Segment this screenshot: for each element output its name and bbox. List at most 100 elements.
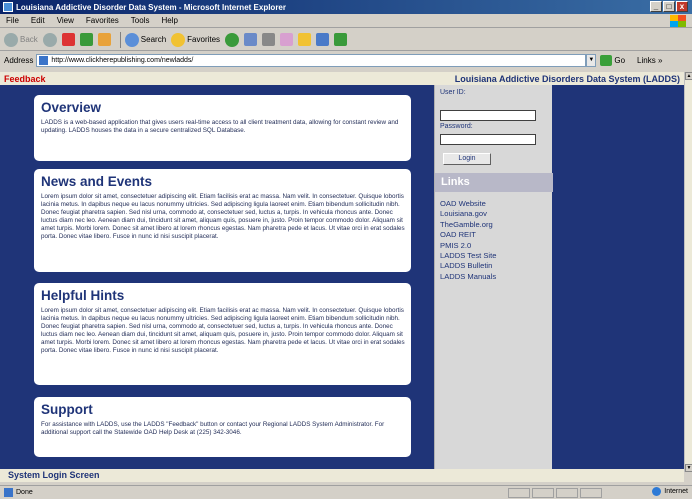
forward-arrow-icon xyxy=(42,32,57,47)
favorites-button[interactable]: Favorites xyxy=(171,32,221,47)
star-icon xyxy=(171,32,186,47)
stop-button[interactable] xyxy=(61,33,75,46)
title-bar: Louisiana Addictive Disorder Data System… xyxy=(0,0,692,14)
folder-button[interactable] xyxy=(298,33,312,46)
toolbar: Back Search Favorites xyxy=(0,29,692,51)
card-title: Helpful Hints xyxy=(41,288,125,303)
messenger-icon xyxy=(334,33,348,46)
scroll-down-arrow-icon[interactable]: ▼ xyxy=(685,464,692,472)
back-button[interactable]: Back xyxy=(4,32,38,47)
link-thegamble[interactable]: TheGamble.org xyxy=(440,220,496,230)
back-arrow-icon xyxy=(4,32,18,47)
scroll-up-arrow-icon[interactable]: ▲ xyxy=(685,72,692,80)
address-input[interactable]: http://www.clickherepublishing.com/newla… xyxy=(36,53,587,67)
status-panel xyxy=(580,488,602,498)
link-louisiana-gov[interactable]: Louisiana.gov xyxy=(440,209,496,219)
favorites-label: Favorites xyxy=(187,35,221,44)
card-title: Overview xyxy=(41,100,102,115)
status-text: Done xyxy=(16,489,33,496)
link-oad-reit[interactable]: OAD REIT xyxy=(440,230,496,240)
card-body: For assistance with LADDS, use the LADDS… xyxy=(41,421,385,436)
windows-logo-icon xyxy=(670,15,686,27)
address-dropdown[interactable]: ▼ xyxy=(586,53,597,67)
mail-button[interactable] xyxy=(244,33,258,46)
history-button[interactable] xyxy=(225,32,240,47)
address-url: http://www.clickherepublishing.com/newla… xyxy=(51,56,194,64)
printer-icon xyxy=(262,33,276,46)
site-title: Louisiana Addictive Disorders Data Syste… xyxy=(454,73,680,84)
search-icon xyxy=(124,32,139,47)
status-panel xyxy=(508,488,530,498)
security-zone: Internet xyxy=(652,487,688,496)
links-list: OAD Website Louisiana.gov TheGamble.org … xyxy=(440,199,496,282)
menu-tools[interactable]: Tools xyxy=(125,16,156,25)
print-button[interactable] xyxy=(262,33,276,46)
page-footer: System Login Screen xyxy=(0,469,684,482)
menu-help[interactable]: Help xyxy=(155,16,183,25)
link-pmis[interactable]: PMIS 2.0 xyxy=(440,241,496,251)
menu-file[interactable]: File xyxy=(0,16,25,25)
close-button[interactable]: x xyxy=(676,1,688,12)
menu-favorites[interactable]: Favorites xyxy=(80,16,125,25)
card-body: Lorem ipsum dolor sit amet, consectetuer… xyxy=(41,307,405,354)
feedback-link[interactable]: Feedback xyxy=(4,74,46,84)
status-panel xyxy=(532,488,554,498)
go-label: Go xyxy=(614,55,626,65)
status-panel xyxy=(556,488,578,498)
minimize-button[interactable]: _ xyxy=(650,1,662,12)
support-card: Support For assistance with LADDS, use t… xyxy=(34,397,411,457)
search-label: Search xyxy=(140,35,167,44)
mail-icon xyxy=(244,33,258,46)
home-icon xyxy=(97,33,111,46)
globe-icon xyxy=(652,487,662,496)
password-label: Password: xyxy=(440,123,473,130)
edit-button[interactable] xyxy=(280,33,294,46)
address-bar: Address http://www.clickherepublishing.c… xyxy=(0,52,692,68)
overview-card: Overview LADDS is a web-based applicatio… xyxy=(34,95,411,161)
window-controls: _ □ x xyxy=(650,1,688,12)
links-toolbar-button[interactable]: Links » xyxy=(637,56,662,65)
link-ladds-bulletin[interactable]: LADDS Bulletin xyxy=(440,261,496,271)
address-label: Address xyxy=(4,55,34,65)
menu-edit[interactable]: Edit xyxy=(25,16,51,25)
vertical-scrollbar[interactable]: ▲ ▼ xyxy=(684,72,692,472)
toolbar-divider xyxy=(119,31,121,48)
hints-card: Helpful Hints Lorem ipsum dolor sit amet… xyxy=(34,283,411,385)
page-done-icon xyxy=(4,488,13,497)
edit-icon xyxy=(280,33,294,46)
link-ladds-manuals[interactable]: LADDS Manuals xyxy=(440,272,496,282)
back-label: Back xyxy=(20,35,38,44)
card-body: Lorem ipsum dolor sit amet, consectetuer… xyxy=(41,193,405,240)
login-sidebar: User ID: Password: Login Links OAD Websi… xyxy=(434,85,553,469)
refresh-button[interactable] xyxy=(79,33,93,46)
links-toolbar-label: Links xyxy=(637,55,656,65)
go-arrow-icon xyxy=(600,54,613,66)
messenger-button[interactable] xyxy=(334,33,348,46)
user-id-input[interactable] xyxy=(440,110,536,121)
menu-view[interactable]: View xyxy=(51,16,80,25)
refresh-icon xyxy=(79,33,93,46)
window-title: Louisiana Addictive Disorder Data System… xyxy=(16,2,286,12)
history-icon xyxy=(225,32,240,47)
links-heading: Links xyxy=(435,173,553,192)
card-title: Support xyxy=(41,402,93,417)
discuss-button[interactable] xyxy=(316,33,330,46)
link-oad-website[interactable]: OAD Website xyxy=(440,199,496,209)
password-input[interactable] xyxy=(440,134,536,145)
page-header: Feedback Louisiana Addictive Disorders D… xyxy=(0,72,684,85)
folder-icon xyxy=(298,33,312,46)
status-panels xyxy=(508,488,602,498)
link-ladds-test-site[interactable]: LADDS Test Site xyxy=(440,251,496,261)
page-icon xyxy=(39,55,49,65)
forward-button[interactable] xyxy=(42,32,57,47)
stop-icon xyxy=(61,33,75,46)
menu-bar: File Edit View Favorites Tools Help xyxy=(0,14,692,28)
home-button[interactable] xyxy=(97,33,111,46)
go-button[interactable]: Go xyxy=(600,54,626,66)
discuss-icon xyxy=(316,33,330,46)
news-card: News and Events Lorem ipsum dolor sit am… xyxy=(34,169,411,272)
search-button[interactable]: Search xyxy=(124,32,167,47)
login-button[interactable]: Login xyxy=(443,153,491,165)
maximize-button[interactable]: □ xyxy=(663,1,675,12)
user-id-label: User ID: xyxy=(440,89,466,96)
